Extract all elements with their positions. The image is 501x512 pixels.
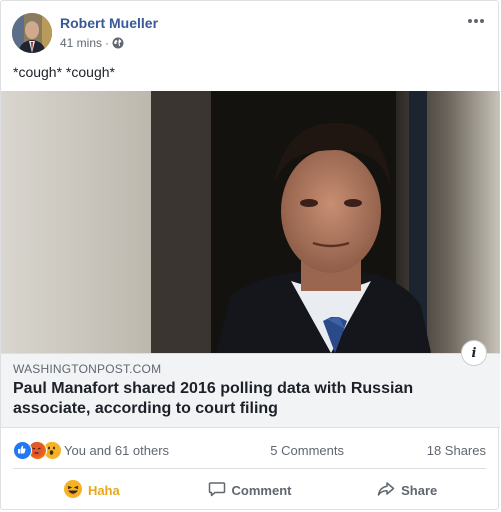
action-bar: Haha Comment Share: [13, 473, 486, 507]
post-time[interactable]: 41 mins: [60, 36, 102, 50]
meta-separator: ·: [105, 36, 110, 50]
reactors-text[interactable]: You and 61 others: [64, 443, 169, 458]
more-options-button[interactable]: [464, 11, 488, 31]
comments-count[interactable]: 5 Comments: [270, 443, 344, 458]
share-button[interactable]: Share: [328, 473, 486, 507]
haha-icon: [63, 479, 82, 501]
action-divider: [13, 468, 486, 469]
globe-icon[interactable]: [112, 37, 124, 49]
news-photo: [1, 91, 500, 353]
reaction-icons[interactable]: [13, 441, 62, 460]
avatar[interactable]: [12, 13, 52, 53]
link-headline[interactable]: Paul Manafort shared 2016 polling data w…: [13, 379, 453, 419]
link-preview-image[interactable]: [1, 91, 500, 353]
post-meta: 41 mins ·: [60, 36, 124, 50]
comment-icon: [208, 480, 226, 501]
avatar-image: [12, 13, 52, 53]
post-header: Robert Mueller 41 mins ·: [11, 11, 488, 55]
link-domain: WASHINGTONPOST.COM: [13, 362, 162, 376]
like-icon: [13, 441, 32, 460]
post-card: Robert Mueller 41 mins · *cough* *cough*: [0, 0, 500, 510]
more-dot-icon: [468, 19, 472, 23]
react-label: Haha: [87, 482, 120, 498]
share-icon: [377, 480, 395, 501]
post-text: *cough* *cough*: [13, 64, 115, 80]
shares-count[interactable]: 18 Shares: [427, 443, 486, 458]
post-stats: You and 61 others 5 Comments 18 Shares: [13, 439, 486, 461]
more-dot-icon: [480, 19, 484, 23]
author-name[interactable]: Robert Mueller: [60, 15, 158, 31]
comment-label: Comment: [231, 482, 292, 498]
link-preview-info[interactable]: WASHINGTONPOST.COM Paul Manafort shared …: [1, 353, 500, 428]
comment-button[interactable]: Comment: [171, 473, 329, 507]
more-dot-icon: [474, 19, 478, 23]
share-label: Share: [401, 482, 438, 498]
react-haha-button[interactable]: Haha: [13, 473, 171, 507]
info-icon[interactable]: i: [461, 340, 487, 366]
